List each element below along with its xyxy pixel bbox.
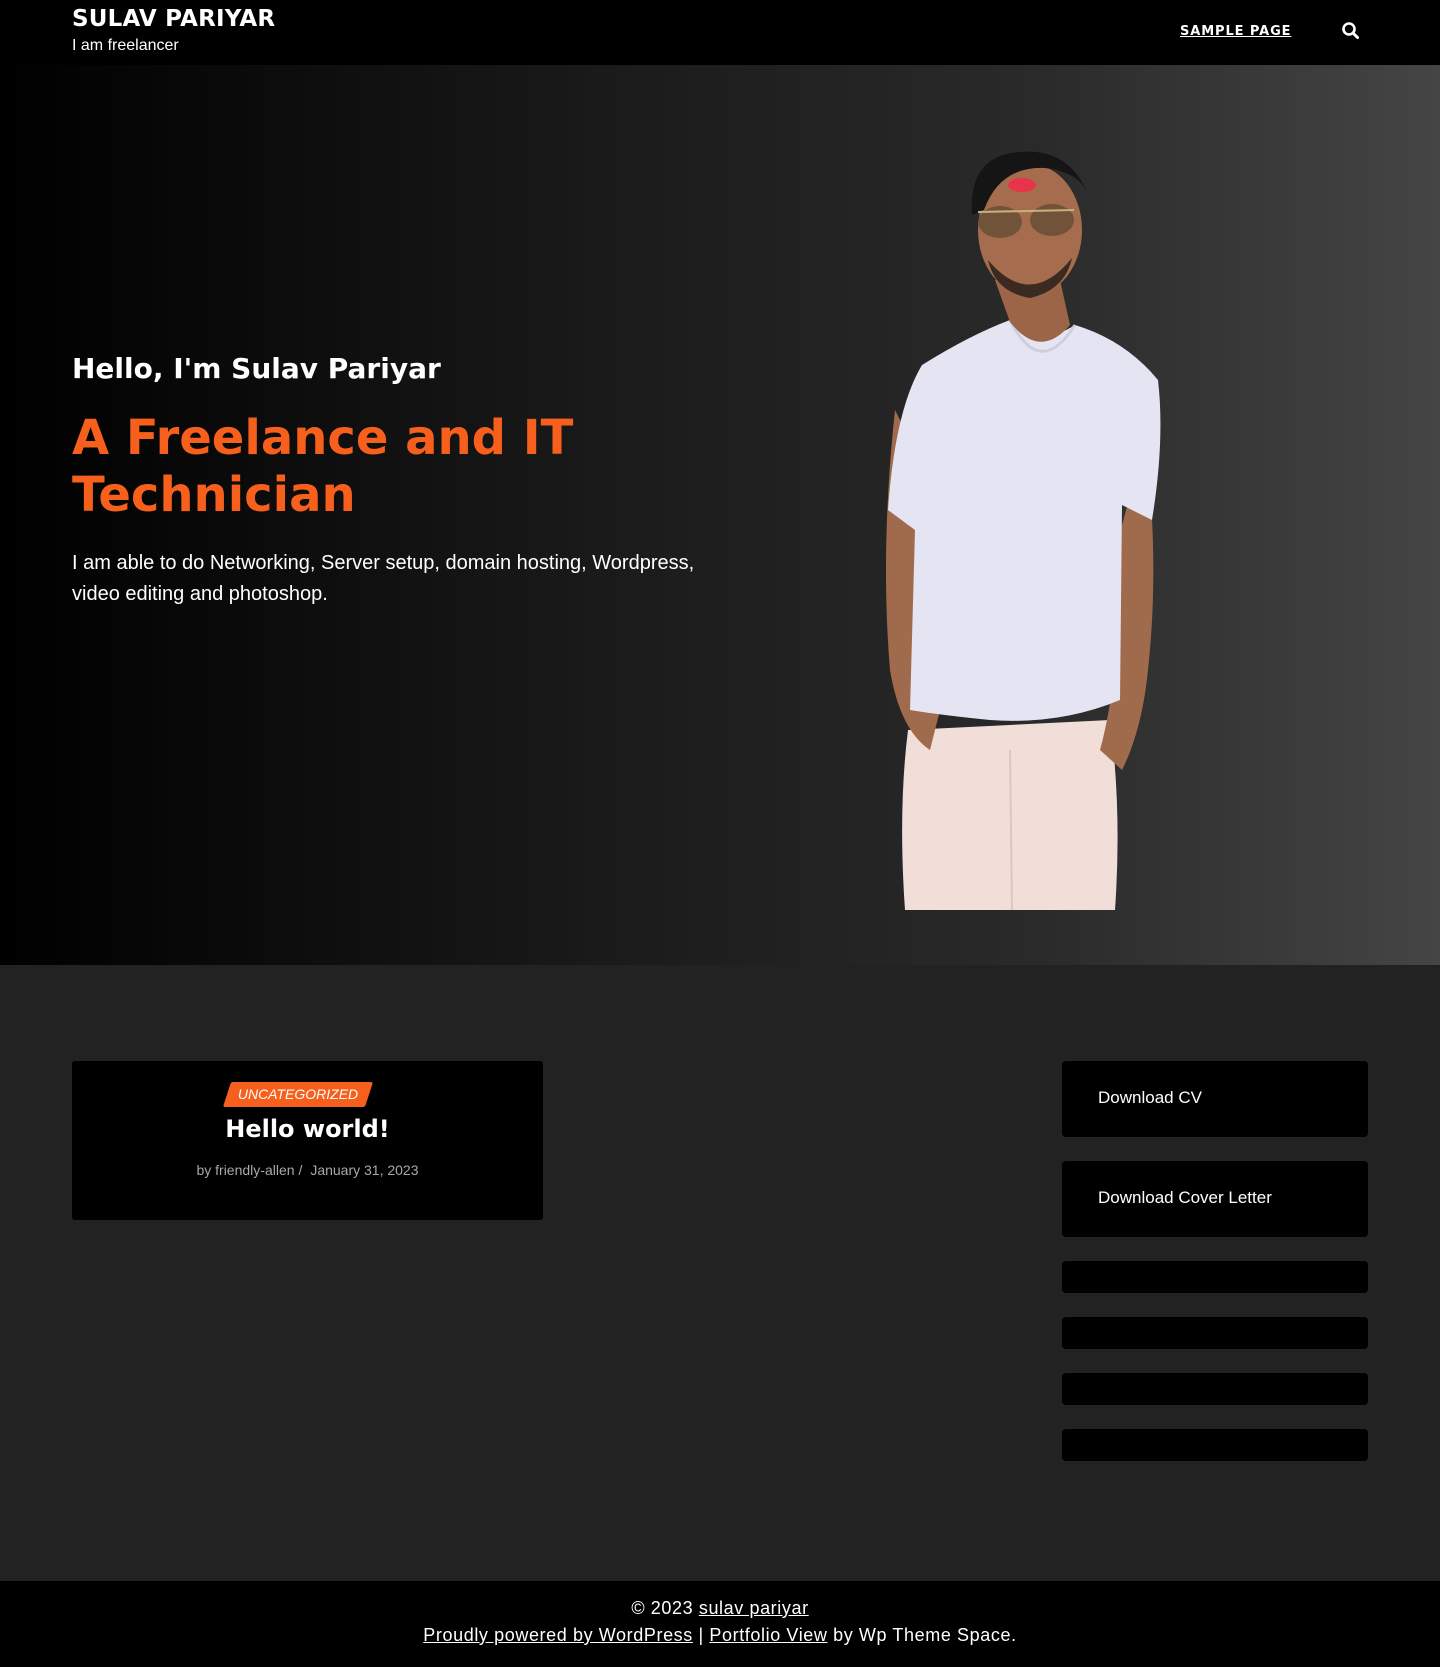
post-meta: by friendly-allen / January 31, 2023 bbox=[72, 1162, 543, 1178]
download-cv-button[interactable]: Download CV bbox=[1062, 1061, 1368, 1137]
footer-copyright: © 2023 sulav pariyar bbox=[0, 1598, 1440, 1619]
site-footer: © 2023 sulav pariyar Proudly powered by … bbox=[0, 1581, 1440, 1667]
theme-link[interactable]: Portfolio View bbox=[709, 1625, 827, 1645]
sidebar-widget bbox=[1062, 1261, 1368, 1293]
site-title[interactable]: SULAV PARIYAR bbox=[72, 6, 275, 32]
hero-greeting: Hello, I'm Sulav Pariyar bbox=[72, 352, 441, 385]
download-cv-label: Download CV bbox=[1098, 1088, 1202, 1107]
owner-link[interactable]: sulav pariyar bbox=[699, 1598, 809, 1618]
search-icon[interactable] bbox=[1340, 20, 1362, 42]
post-author[interactable]: by friendly-allen bbox=[196, 1162, 294, 1178]
download-cover-letter-label: Download Cover Letter bbox=[1098, 1188, 1272, 1207]
nav-item-sample-page[interactable]: SAMPLE PAGE bbox=[1180, 24, 1291, 39]
footer-divider: | bbox=[698, 1625, 704, 1645]
copyright-text: © 2023 bbox=[631, 1598, 694, 1618]
hero-title: A Freelance and IT Technician bbox=[72, 410, 574, 523]
sidebar-widget bbox=[1062, 1317, 1368, 1349]
wordpress-link[interactable]: Proudly powered by WordPress bbox=[423, 1625, 693, 1645]
category-badge[interactable]: UNCATEGORIZED bbox=[227, 1086, 369, 1102]
download-cover-letter-button[interactable]: Download Cover Letter bbox=[1062, 1161, 1368, 1237]
post-title[interactable]: Hello world! bbox=[72, 1115, 543, 1143]
sidebar-widget bbox=[1062, 1373, 1368, 1405]
hero-portrait-image bbox=[860, 110, 1260, 911]
footer-credits: Proudly powered by WordPress | Portfolio… bbox=[0, 1625, 1440, 1646]
hero-section: Hello, I'm Sulav Pariyar A Freelance and… bbox=[0, 65, 1440, 965]
meta-separator: / bbox=[298, 1162, 303, 1178]
site-tagline: I am freelancer bbox=[72, 37, 179, 54]
hero-description: I am able to do Networking, Server setup… bbox=[72, 552, 695, 605]
theme-by-text: by Wp Theme Space. bbox=[833, 1625, 1017, 1645]
post-card[interactable]: UNCATEGORIZED Hello world! by friendly-a… bbox=[72, 1061, 543, 1220]
site-header: SULAV PARIYAR I am freelancer SAMPLE PAG… bbox=[0, 0, 1440, 65]
sidebar-widget bbox=[1062, 1429, 1368, 1461]
post-date[interactable]: January 31, 2023 bbox=[310, 1162, 418, 1178]
